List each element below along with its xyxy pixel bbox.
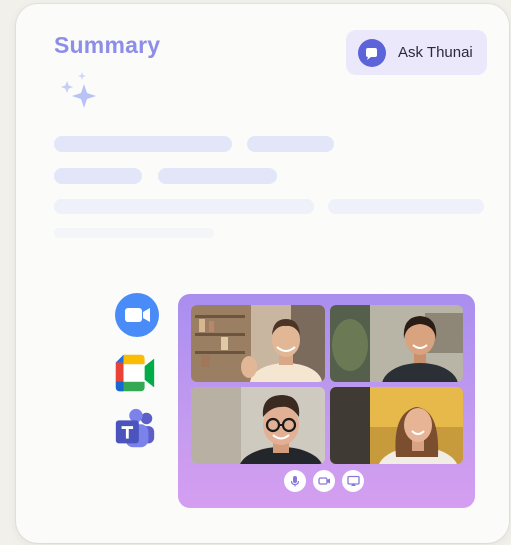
skeleton-line [54,168,142,184]
skeleton-line [54,228,214,238]
skeleton-line [247,136,334,152]
participant-video-tile [191,305,325,382]
screen-share-icon[interactable] [342,470,364,492]
participant-video-tile [191,387,325,464]
teams-icon[interactable] [112,406,158,452]
skeleton-line [158,168,277,184]
google-meet-icon[interactable] [112,350,158,396]
skeleton-line [328,199,484,214]
video-call-panel [178,294,475,508]
ask-thunai-label: Ask Thunai [398,44,473,61]
sparkles-icon [61,72,96,108]
summary-title: Summary [54,32,161,58]
participant-video-tile [330,387,463,464]
ask-thunai-button[interactable]: Ask Thunai [346,30,487,75]
summary-card: Summary Ask Thunai [16,4,509,543]
zoom-icon[interactable] [114,292,160,338]
microphone-icon[interactable] [284,470,306,492]
skeleton-line [54,136,232,152]
video-camera-icon[interactable] [313,470,335,492]
skeleton-line [54,199,314,214]
participant-video-tile [330,305,463,382]
chat-bubble-icon [358,38,386,67]
